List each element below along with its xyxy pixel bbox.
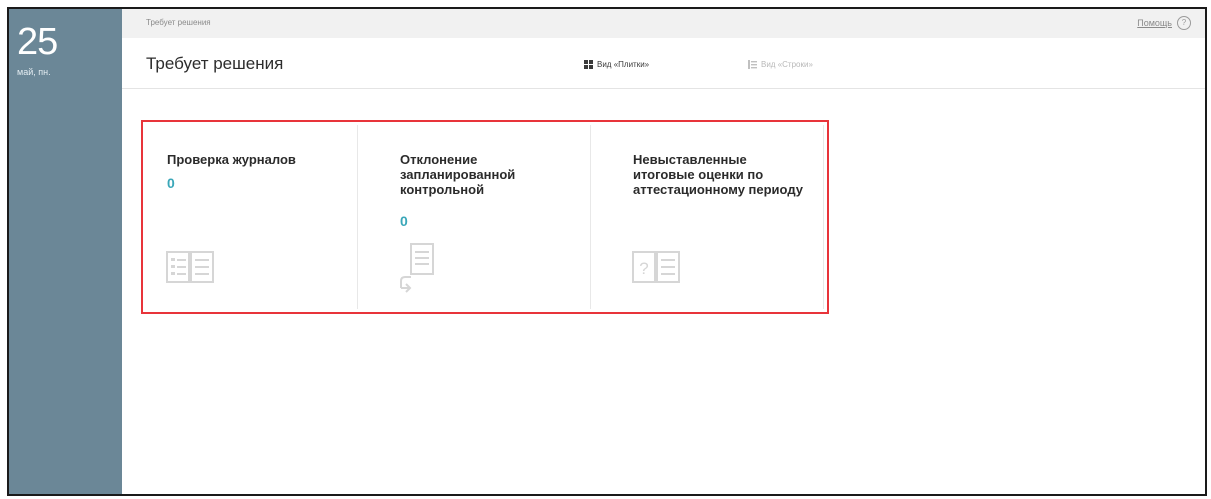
question-book-icon: ? xyxy=(632,251,680,283)
view-tiles-label: Вид «Плитки» xyxy=(597,60,650,69)
page-title: Требует решения xyxy=(146,54,284,73)
svg-text:?: ? xyxy=(639,259,648,278)
app-frame: 25 май, пн. Требует решения Помощь ? Тре… xyxy=(7,7,1207,496)
breadcrumb: Требует решения xyxy=(146,18,211,27)
main-content: Требует решения Помощь ? Требует решения… xyxy=(122,9,1205,494)
help-icon[interactable]: ? xyxy=(1177,16,1191,30)
view-rows-toggle[interactable]: Вид «Строки» xyxy=(748,60,813,69)
top-bar: Требует решения Помощь ? xyxy=(122,9,1205,38)
help-area: Помощь ? xyxy=(1137,16,1191,30)
tile-title: Проверка журналов xyxy=(167,152,296,167)
tile-title: Отклонение запланированной контрольной xyxy=(400,152,516,197)
date-day: 25 xyxy=(17,21,58,63)
tile-title: Невыставленные итоговые оценки по аттест… xyxy=(633,152,803,197)
journal-icon xyxy=(166,251,214,283)
tile-journal-check[interactable]: Проверка журналов 0 xyxy=(146,125,358,309)
tiles-group: Проверка журналов 0 Отклонение запланиро… xyxy=(141,120,829,314)
help-link[interactable]: Помощь xyxy=(1137,18,1172,28)
list-icon xyxy=(748,60,757,69)
tile-count: 0 xyxy=(400,213,408,229)
tile-planned-test-deviation[interactable]: Отклонение запланированной контрольной 0 xyxy=(379,125,591,309)
document-return-icon xyxy=(400,243,434,293)
date-weekday: май, пн. xyxy=(17,67,51,77)
page-header: Требует решения Вид «Плитки» Вид «Строки… xyxy=(122,38,1205,89)
tile-count: 0 xyxy=(167,175,175,191)
grid-icon xyxy=(584,60,593,69)
tile-final-grades-missing[interactable]: Невыставленные итоговые оценки по аттест… xyxy=(612,125,824,309)
view-rows-label: Вид «Строки» xyxy=(761,60,813,69)
date-sidebar: 25 май, пн. xyxy=(9,9,122,494)
view-tiles-toggle[interactable]: Вид «Плитки» xyxy=(584,60,649,69)
